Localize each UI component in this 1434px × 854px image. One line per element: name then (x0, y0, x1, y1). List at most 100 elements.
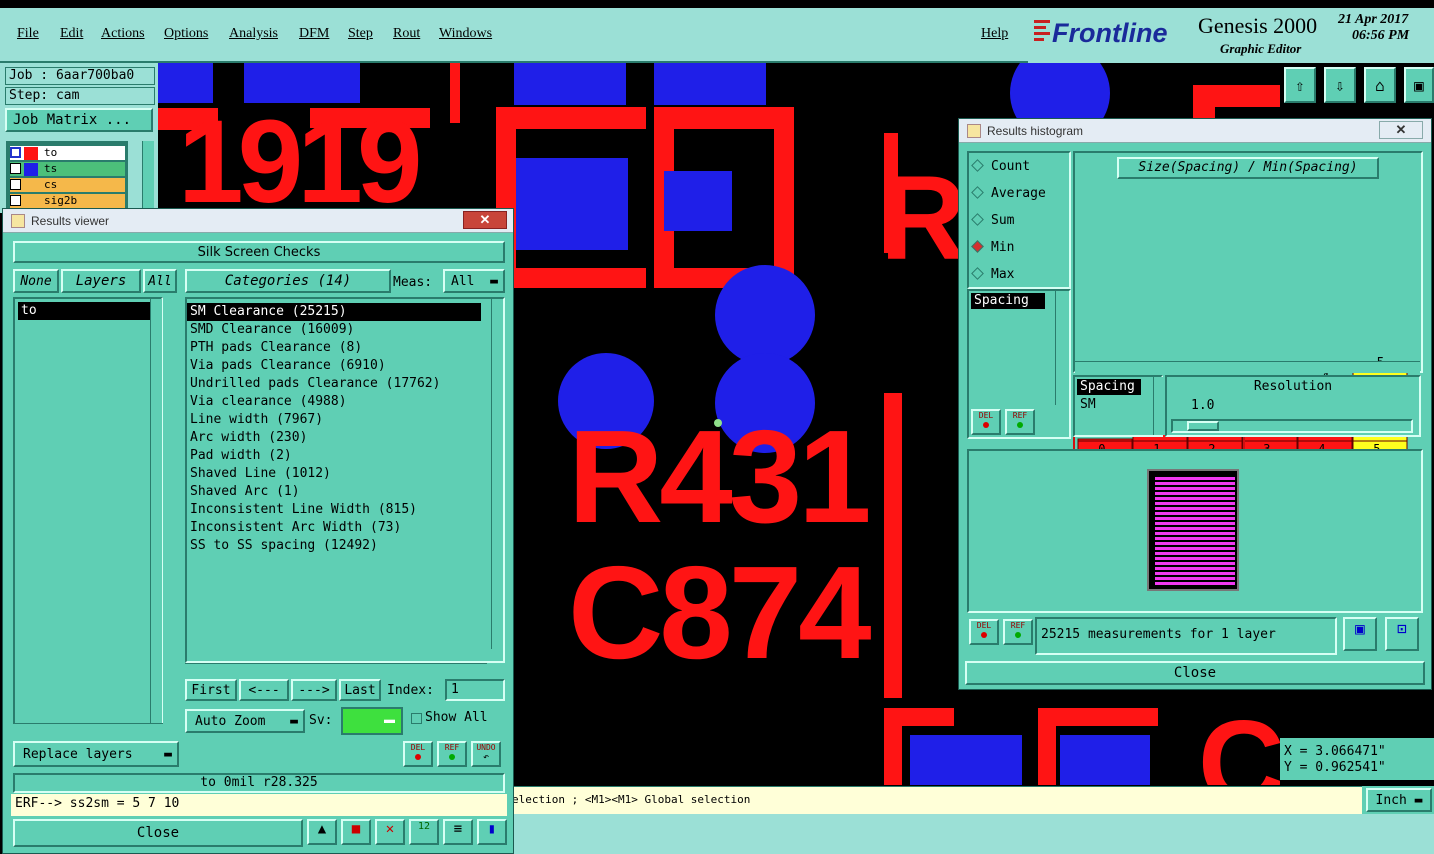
del-icon[interactable]: DEL (969, 619, 999, 645)
export-icon[interactable]: ⇧ (1284, 67, 1316, 103)
undo-label: UNDO (476, 743, 496, 752)
categories-scrollbar[interactable] (491, 299, 503, 649)
time-label: 06:56 PM (1352, 28, 1410, 43)
measure-item[interactable]: Spacing (971, 293, 1045, 309)
layer-checkbox[interactable] (10, 163, 21, 174)
close-icon[interactable]: ✕ (1379, 121, 1423, 139)
units-dropdown[interactable]: Inch ▬ (1366, 788, 1432, 812)
layers-list[interactable]: to (13, 297, 163, 731)
report-icon[interactable]: ■ (341, 819, 371, 845)
category-item[interactable]: SS to SS spacing (12492) (187, 537, 481, 555)
menu-dfm[interactable]: DFM (299, 26, 329, 42)
category-item[interactable]: PTH pads Clearance (8) (187, 339, 481, 357)
none-button[interactable]: None (13, 269, 59, 293)
next-button[interactable]: ---> (291, 679, 337, 701)
layer-checkbox[interactable] (10, 147, 21, 158)
hg-close-button[interactable]: Close (965, 661, 1425, 685)
option-max[interactable]: Max (971, 267, 1014, 282)
spacing-scrollbar[interactable] (1153, 377, 1165, 435)
category-item[interactable]: Inconsistent Line Width (815) (187, 501, 481, 519)
layer-item[interactable]: sig2b (10, 194, 125, 208)
zoom-chart-icon[interactable]: ⊡ (1385, 617, 1419, 651)
spacing-item[interactable]: Spacing (1077, 379, 1141, 395)
import-icon[interactable]: ⇩ (1324, 67, 1356, 103)
home-icon[interactable]: ⌂ (1364, 67, 1396, 103)
all-layers-button[interactable]: All (143, 269, 177, 293)
replace-layers-dropdown[interactable]: Replace layers ▬ (13, 741, 179, 767)
category-item[interactable]: Shaved Line (1012) (187, 465, 481, 483)
chart-icon[interactable]: ▲ (307, 819, 337, 845)
category-item[interactable]: Arc width (230) (187, 429, 481, 447)
category-item[interactable]: Line width (7967) (187, 411, 481, 429)
undo-icon[interactable]: UNDO ↶ (471, 741, 501, 767)
pad (516, 158, 628, 250)
category-item[interactable]: Via pads Clearance (6910) (187, 357, 481, 375)
category-item[interactable]: Pad width (2) (187, 447, 481, 465)
close-icon[interactable]: ✕ (463, 211, 507, 229)
menu-actions[interactable]: Actions (101, 26, 145, 42)
option-sum[interactable]: Sum (971, 213, 1014, 228)
ref-icon[interactable]: REF (1003, 619, 1033, 645)
histogram-icon[interactable]: ▮ (477, 819, 507, 845)
menu-step[interactable]: Step (348, 26, 373, 42)
menu-bar: File Edit Actions Options Analysis DFM S… (0, 8, 1028, 63)
notes-icon[interactable]: ≡ (443, 819, 473, 845)
chart-hscrollbar[interactable] (1075, 361, 1420, 373)
show-all-checkbox[interactable] (411, 713, 422, 724)
category-item[interactable]: Undrilled pads Clearance (17762) (187, 375, 481, 393)
no-ref-icon[interactable]: ✕ (375, 819, 405, 845)
sv-color-dropdown[interactable]: ▬ (341, 707, 403, 735)
layer-checkbox[interactable] (10, 179, 21, 190)
hg-titlebar[interactable]: Results histogram ✕ (959, 119, 1431, 143)
categories-button[interactable]: Categories (14) (185, 269, 391, 293)
category-item[interactable]: Shaved Arc (1) (187, 483, 481, 501)
menu-rout[interactable]: Rout (393, 26, 420, 42)
rv-close-button[interactable]: Close (13, 819, 303, 847)
menu-edit[interactable]: Edit (60, 26, 83, 42)
option-average[interactable]: Average (971, 186, 1046, 201)
number-icon[interactable]: 12 (409, 819, 439, 845)
layer-checkbox[interactable] (10, 195, 21, 206)
menu-help[interactable]: Help (981, 26, 1008, 42)
layer-list-item[interactable]: to (18, 302, 158, 320)
index-input[interactable]: 1 (445, 679, 505, 701)
auto-zoom-dropdown[interactable]: Auto Zoom ▬ (185, 709, 305, 733)
pad (910, 735, 1022, 785)
menu-options[interactable]: Options (164, 26, 208, 42)
export-chart-icon[interactable]: ▣ (1343, 617, 1377, 651)
slider-handle[interactable] (1187, 421, 1219, 431)
category-item[interactable]: SMD Clearance (16009) (187, 321, 481, 339)
sm-item[interactable]: SM (1077, 397, 1159, 413)
category-item[interactable]: SM Clearance (25215) (187, 303, 481, 321)
ref-icon[interactable]: REF (437, 741, 467, 767)
measure-scrollbar[interactable] (1055, 291, 1067, 405)
rv-titlebar[interactable]: Results viewer ✕ (3, 209, 513, 233)
menu-windows[interactable]: Windows (439, 26, 492, 42)
layers-hscrollbar[interactable] (13, 723, 163, 735)
category-item[interactable]: Via clearance (4988) (187, 393, 481, 411)
menu-analysis[interactable]: Analysis (229, 26, 278, 42)
job-matrix-button[interactable]: Job Matrix ... (5, 108, 153, 132)
option-label: Average (991, 186, 1046, 201)
categories-hscrollbar[interactable] (185, 663, 487, 675)
window-icon[interactable]: ▣ (1404, 67, 1434, 103)
layers-scrollbar[interactable] (150, 299, 162, 729)
ref-icon[interactable]: REF (1005, 409, 1035, 435)
layers-button[interactable]: Layers (61, 269, 141, 293)
last-button[interactable]: Last (339, 679, 381, 701)
category-item[interactable]: Inconsistent Arc Width (73) (187, 519, 481, 537)
prev-button[interactable]: <--- (239, 679, 289, 701)
categories-list[interactable]: SM Clearance (25215) SMD Clearance (16009… (185, 297, 505, 663)
layer-item[interactable]: cs (10, 178, 125, 192)
option-min[interactable]: Min (971, 240, 1014, 255)
first-button[interactable]: First (185, 679, 237, 701)
menu-file[interactable]: File (17, 26, 39, 42)
del-label: DEL (410, 743, 426, 752)
del-icon[interactable]: DEL (971, 409, 1001, 435)
results-markers (1155, 477, 1235, 585)
option-count[interactable]: Count (971, 159, 1030, 174)
meas-dropdown[interactable]: All ▬ (443, 269, 505, 293)
layer-list-scrollbar[interactable] (142, 141, 154, 213)
del-icon[interactable]: DEL (403, 741, 433, 767)
resolution-slider[interactable] (1171, 419, 1413, 433)
